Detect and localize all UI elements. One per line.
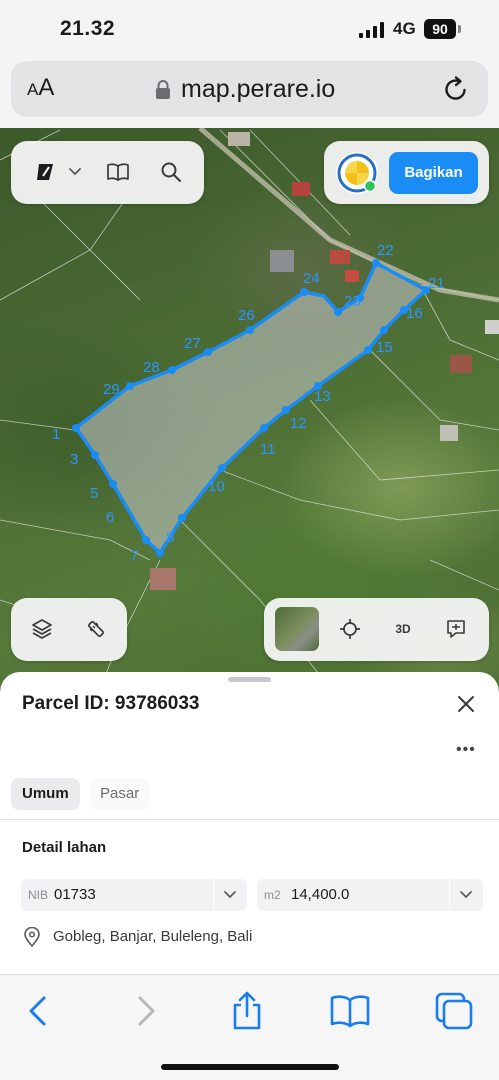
feedback-button[interactable] xyxy=(438,611,474,647)
ruler-icon xyxy=(87,620,105,638)
measure-button[interactable] xyxy=(78,611,114,647)
browser-address-area: AA map.perare.io xyxy=(0,58,499,128)
layers-button[interactable] xyxy=(24,611,60,647)
crosshair-icon xyxy=(340,619,360,639)
location-text: Gobleg, Banjar, Buleleng, Bali xyxy=(53,928,253,945)
address-bar[interactable]: AA map.perare.io xyxy=(11,61,488,117)
search-icon xyxy=(161,162,181,182)
draw-icon xyxy=(37,164,53,180)
vertex-label: 10 xyxy=(208,478,225,495)
vertex-label: 15 xyxy=(376,339,393,356)
satellite-thumbnail[interactable] xyxy=(275,607,319,651)
vertex-label: 7 xyxy=(130,548,138,565)
vertex-label: 21 xyxy=(428,275,445,292)
browser-toolbar xyxy=(0,974,499,1080)
tabs-icon xyxy=(435,992,473,1030)
book-icon xyxy=(107,163,129,181)
section-title: Detail lahan xyxy=(22,839,107,856)
satellite-map[interactable]: 1 3 5 6 7 8 10 11 12 13 15 16 21 22 23 2… xyxy=(0,128,499,688)
back-button[interactable] xyxy=(16,989,60,1033)
battery-icon: 90 xyxy=(424,19,456,39)
reload-icon[interactable] xyxy=(442,75,470,103)
area-field[interactable]: m2 14,400.0 xyxy=(257,879,483,911)
share-icon xyxy=(233,991,261,1030)
layers-icon xyxy=(32,619,52,639)
forward-button[interactable] xyxy=(124,989,168,1033)
more-icon[interactable]: ••• xyxy=(456,741,476,759)
share-page-button[interactable] xyxy=(225,989,269,1033)
parcel-title: Parcel ID: 93786033 xyxy=(22,693,200,714)
nib-field[interactable]: NIB 01733 xyxy=(21,879,247,911)
battery-cap xyxy=(458,25,461,33)
logo-icon xyxy=(337,153,377,193)
field-separator xyxy=(449,879,450,911)
vertex-label: 11 xyxy=(260,441,276,458)
vertex-label: 26 xyxy=(238,307,255,324)
nib-value: 01733 xyxy=(54,886,96,903)
chevron-down-icon[interactable] xyxy=(460,890,472,900)
chevron-down-icon[interactable] xyxy=(69,168,81,176)
vertex-label: 16 xyxy=(406,305,423,322)
signal-icon xyxy=(359,22,384,38)
3d-button[interactable]: 3D xyxy=(385,611,421,647)
sheet-grabber[interactable] xyxy=(228,677,271,682)
text-size-button[interactable]: AA xyxy=(27,74,54,102)
url-text[interactable]: map.perare.io xyxy=(181,75,335,104)
area-value: 14,400.0 xyxy=(291,886,350,903)
feedback-icon xyxy=(447,620,465,638)
vertex-label: 13 xyxy=(314,388,331,405)
vertex-label: 6 xyxy=(106,509,114,526)
area-unit-label: m2 xyxy=(264,888,281,902)
back-icon xyxy=(29,996,46,1026)
tab-umum[interactable]: Umum xyxy=(11,778,80,810)
vertex-label: 29 xyxy=(103,381,120,398)
chevron-down-icon[interactable] xyxy=(224,890,236,900)
forward-icon xyxy=(138,996,155,1026)
lock-icon xyxy=(156,80,170,99)
tab-pasar[interactable]: Pasar xyxy=(89,778,151,810)
field-separator xyxy=(213,879,214,911)
location-pin-icon xyxy=(24,927,40,947)
map-controls-panel: 3D xyxy=(264,598,489,661)
vertex-label: 12 xyxy=(290,415,307,432)
bookmarks-button[interactable] xyxy=(328,989,372,1033)
close-icon[interactable] xyxy=(455,693,477,715)
vertex-label: 28 xyxy=(143,359,160,376)
vertex-label: 27 xyxy=(184,335,201,352)
parcel-details-sheet: Parcel ID: 93786033 ••• Umum Pasar Detai… xyxy=(0,672,499,974)
vertex-label: 24 xyxy=(303,270,320,287)
vertex-label: 5 xyxy=(90,485,98,502)
vertex-label: 3 xyxy=(70,451,78,468)
network-label: 4G xyxy=(393,19,416,38)
search-button[interactable] xyxy=(153,154,189,190)
share-button[interactable]: Bagikan xyxy=(389,152,478,194)
vertex-label: 8 xyxy=(166,529,174,546)
draw-tool-button[interactable] xyxy=(28,154,64,190)
divider xyxy=(0,819,499,820)
locate-button[interactable] xyxy=(332,611,368,647)
home-indicator xyxy=(161,1064,339,1070)
3d-label: 3D xyxy=(395,622,411,636)
share-panel: Bagikan xyxy=(324,141,489,204)
app-logo[interactable] xyxy=(336,152,378,194)
nib-label: NIB xyxy=(28,888,49,902)
book-button[interactable] xyxy=(100,154,136,190)
tabs-button[interactable] xyxy=(432,989,476,1033)
status-bar: 21.32 4G 90 xyxy=(0,0,499,58)
status-time: 21.32 xyxy=(60,17,116,40)
vertex-label: 1 xyxy=(52,426,60,443)
map-tools-panel xyxy=(11,141,204,204)
bookmarks-icon xyxy=(330,995,370,1028)
vertex-label: 22 xyxy=(377,242,394,259)
layers-panel xyxy=(11,598,127,661)
vertex-label: 23 xyxy=(344,293,361,310)
